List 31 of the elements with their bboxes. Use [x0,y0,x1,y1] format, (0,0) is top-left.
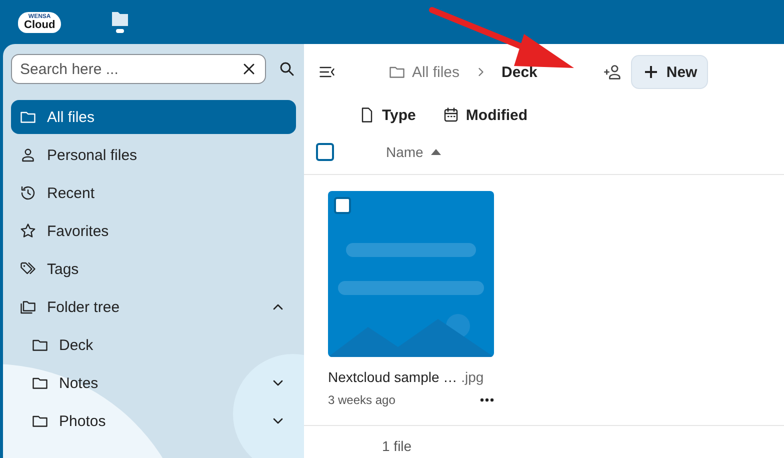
subfolder-item[interactable]: Notes [11,366,296,400]
calendar-icon [442,106,460,124]
folder-icon[interactable] [111,10,130,34]
breadcrumb[interactable]: All files [382,63,466,81]
sidebar-item[interactable]: All files [11,100,296,134]
new-button[interactable]: New [631,55,708,89]
sidebar-item[interactable]: Recent [11,176,296,210]
sidebar-item[interactable]: Favorites [11,214,296,248]
plus-icon [644,65,658,79]
search-icon [278,60,296,78]
add-person-icon [603,62,624,82]
folders-icon [19,298,37,316]
sidebar-item[interactable]: Personal files [11,138,296,172]
breadcrumb[interactable]: Deck [496,64,544,80]
column-header[interactable]: Name [386,144,442,160]
history-icon [19,184,37,202]
sidebar-item[interactable]: Folder tree [11,290,296,324]
file-count: 1 file [381,437,413,454]
sidebar-item[interactable]: Tags [11,252,296,286]
file-name[interactable]: Nextcloud sample … .jpg [328,369,494,385]
star-icon [19,222,37,240]
filter-button[interactable]: Type [358,106,416,124]
subfolder-item[interactable]: Photos [11,404,296,438]
checkbox[interactable] [334,197,351,214]
subfolder-item[interactable]: Deck [11,328,296,362]
filter-button[interactable]: Modified [442,106,528,124]
select-all-checkbox[interactable] [316,143,334,161]
more-icon[interactable] [480,398,494,402]
search-field[interactable]: Search here ... [11,54,266,84]
person-icon [19,146,37,164]
modified-time: 3 weeks ago [328,393,396,407]
